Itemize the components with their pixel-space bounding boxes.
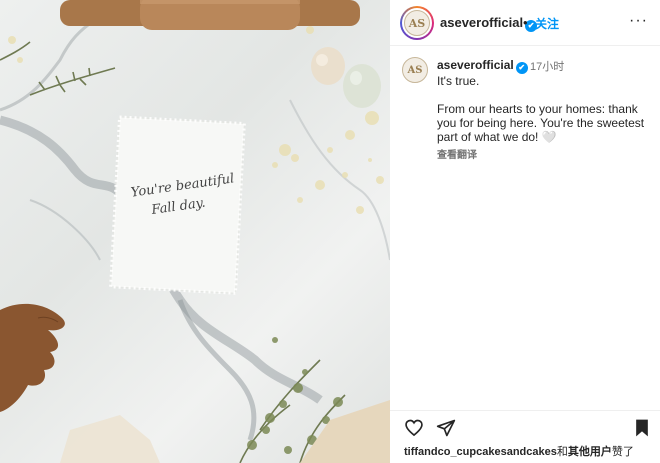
action-bar: [390, 410, 660, 444]
post-header: AS aseverofficial ✔ • 关注 ···: [390, 0, 660, 46]
account-avatar[interactable]: AS: [400, 6, 434, 40]
liked-by-user[interactable]: tiffandco_cupcakesandcakes: [404, 446, 557, 458]
white-heart-emoji: 🤍: [541, 130, 557, 144]
caption-avatar-monogram: AS: [407, 64, 423, 76]
likes-conj: 和: [556, 446, 568, 458]
follow-button[interactable]: 关注: [535, 15, 559, 32]
caption-time[interactable]: 17小时: [530, 58, 564, 74]
caption-account-row: aseverofficial ✔: [437, 58, 528, 74]
post-panel: AS aseverofficial ✔ • 关注 ··· AS aseveroff…: [390, 0, 660, 463]
post-photo[interactable]: You're beautiful Fall day.: [0, 0, 390, 463]
caption-account[interactable]: aseverofficial: [437, 58, 514, 72]
caption-line-2: From our hearts to your homes: thank you…: [437, 102, 645, 144]
avatar-monogram: AS: [408, 16, 426, 30]
caption-line-2-wrap: From our hearts to your homes: thank you…: [437, 102, 655, 144]
caption-line-1: It's true.: [437, 74, 480, 88]
more-icon[interactable]: ···: [629, 12, 648, 30]
likes-others[interactable]: 其他用户: [568, 446, 612, 458]
photo-scene: [0, 0, 390, 463]
separator: •: [523, 15, 528, 30]
likes-verb: 赞了: [611, 446, 634, 458]
bookmark-icon[interactable]: [632, 418, 652, 438]
caption-avatar[interactable]: AS: [402, 57, 428, 83]
heart-icon[interactable]: [404, 418, 424, 438]
see-translation-link[interactable]: 查看翻译: [437, 146, 477, 161]
likes-line: tiffandco_cupcakesandcakes和其他用户赞了: [404, 443, 634, 459]
verified-icon: ✔: [515, 62, 528, 74]
account-name[interactable]: aseverofficial: [440, 15, 523, 30]
share-icon[interactable]: [436, 418, 456, 438]
